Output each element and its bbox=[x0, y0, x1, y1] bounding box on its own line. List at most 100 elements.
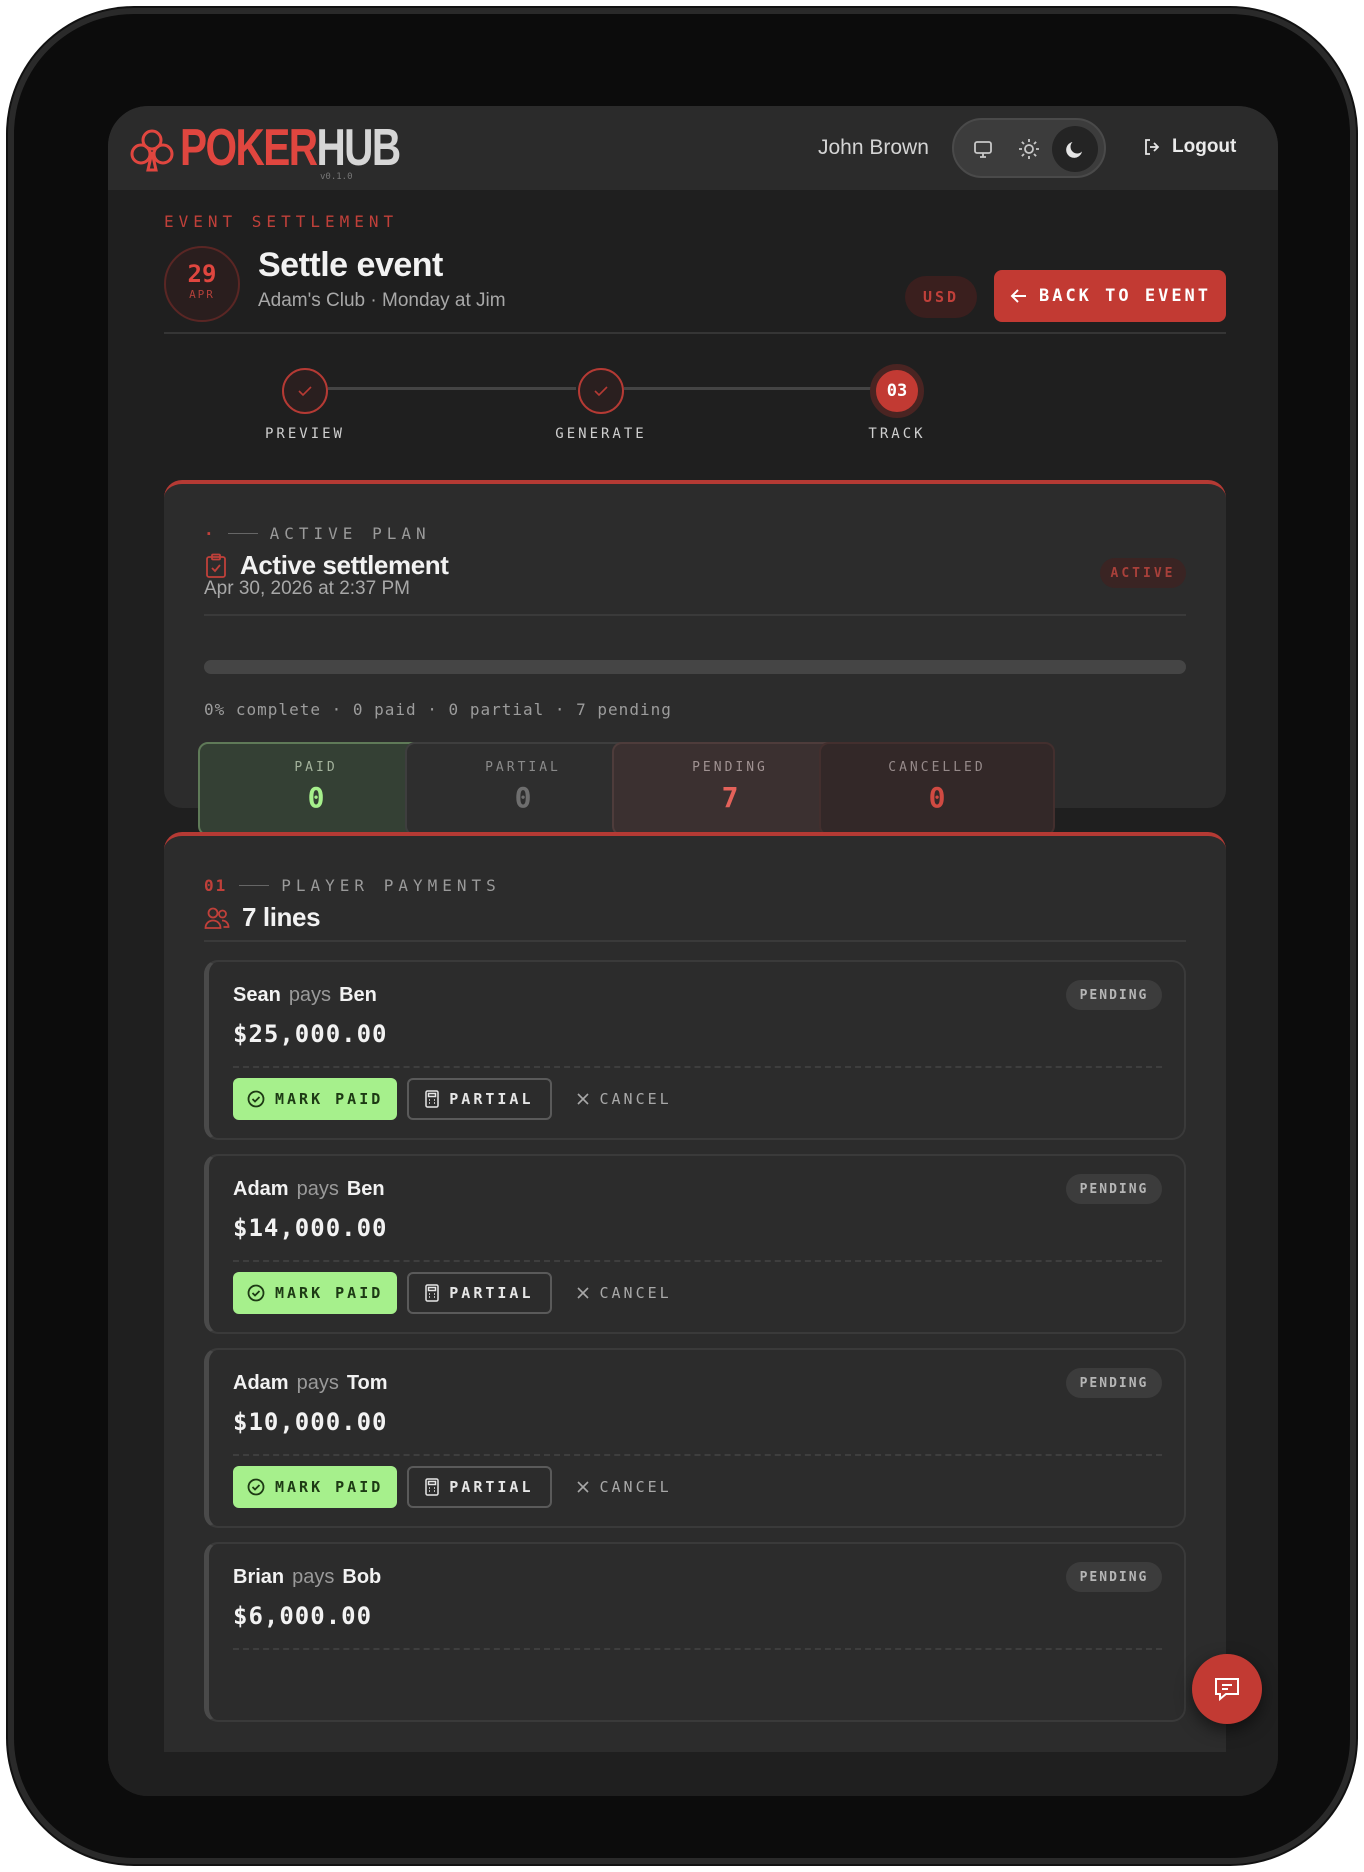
status-badge: PENDING bbox=[1066, 980, 1162, 1010]
clipboard-check-icon bbox=[206, 553, 226, 578]
active-plan-eyebrow: · ACTIVE PLAN bbox=[204, 524, 431, 543]
step-connector bbox=[624, 387, 872, 390]
close-icon bbox=[576, 1481, 589, 1493]
app-screen: POKERHUB v0.1.0 John Brown Logout EVENT … bbox=[108, 106, 1278, 1796]
stat-partial[interactable]: PARTIAL 0 bbox=[405, 742, 641, 836]
stat-cancelled[interactable]: CANCELLED 0 bbox=[819, 742, 1055, 836]
mark-paid-label: MARK PAID bbox=[275, 1478, 384, 1496]
dashed-divider bbox=[233, 1454, 1162, 1456]
active-plan-card: · ACTIVE PLAN Active settlement Apr 30, 2… bbox=[164, 480, 1226, 836]
screen-bottom-edge bbox=[108, 1752, 1278, 1796]
cancel-button[interactable]: CANCEL bbox=[562, 1466, 686, 1508]
partial-button[interactable]: PARTIAL bbox=[407, 1078, 552, 1120]
status-badge: PENDING bbox=[1066, 1174, 1162, 1204]
payment-actions: MARK PAID PARTIAL CANCEL bbox=[233, 1078, 686, 1120]
check-icon bbox=[594, 386, 608, 397]
stat-paid[interactable]: PAID 0 bbox=[198, 742, 434, 836]
payment-actions: MARK PAID PARTIAL CANCEL bbox=[233, 1272, 686, 1314]
mark-paid-button[interactable]: MARK PAID bbox=[233, 1272, 398, 1314]
tablet-frame: POKERHUB v0.1.0 John Brown Logout EVENT … bbox=[14, 14, 1350, 1858]
eyebrow-dash bbox=[227, 533, 258, 534]
payment-amount: $25,000.00 bbox=[233, 1020, 388, 1048]
calculator-icon bbox=[425, 1284, 440, 1302]
mark-paid-button[interactable]: MARK PAID bbox=[233, 1078, 398, 1120]
arrow-left-icon bbox=[1010, 289, 1026, 303]
payment-line: Adam pays Tom $10,000.00 PENDING MARK PAID… bbox=[204, 1348, 1186, 1528]
dashed-divider bbox=[233, 1260, 1162, 1262]
player-payments-count: 7 lines bbox=[242, 902, 321, 932]
active-plan-timestamp: Apr 30, 2026 at 2:37 PM bbox=[204, 578, 410, 599]
cancel-button[interactable]: CANCEL bbox=[562, 1078, 686, 1120]
payment-parties: Adam pays Tom bbox=[233, 1372, 388, 1395]
payment-actions: MARK PAID PARTIAL CANCEL bbox=[233, 1466, 686, 1508]
currency-badge: USD bbox=[905, 276, 977, 318]
partial-button[interactable]: PARTIAL bbox=[407, 1272, 552, 1314]
check-icon bbox=[298, 386, 312, 397]
logo-wordmark: POKERHUB bbox=[180, 119, 401, 177]
payment-amount: $10,000.00 bbox=[233, 1408, 388, 1436]
light-theme-button[interactable] bbox=[1006, 126, 1052, 172]
mark-paid-label: MARK PAID bbox=[275, 1090, 384, 1108]
header-divider bbox=[164, 332, 1226, 334]
back-to-event-button[interactable]: BACK TO EVENT bbox=[994, 270, 1226, 322]
logout-button[interactable]: Logout bbox=[1142, 136, 1236, 158]
stat-pending-value: 7 bbox=[721, 781, 739, 814]
step-track-label: TRACK bbox=[868, 426, 926, 442]
partial-label: PARTIAL bbox=[449, 1090, 534, 1108]
message-icon bbox=[1215, 1678, 1239, 1702]
page-title: Settle event bbox=[258, 246, 443, 284]
close-icon bbox=[576, 1287, 589, 1299]
stat-pending-label: PENDING bbox=[692, 760, 768, 775]
settlement-progress-bar bbox=[204, 660, 1186, 674]
page-subtitle: Adam's Club · Monday at Jim bbox=[258, 290, 506, 311]
monitor-icon bbox=[974, 141, 992, 158]
payee-name: Ben bbox=[346, 1178, 385, 1200]
progress-summary: 0% complete · 0 paid · 0 partial · 7 pen… bbox=[204, 700, 672, 719]
pays-word: pays bbox=[288, 984, 332, 1006]
status-badge: PENDING bbox=[1066, 1368, 1162, 1398]
active-plan-eyebrow-label: ACTIVE PLAN bbox=[269, 524, 431, 543]
check-circle-icon bbox=[247, 1090, 265, 1108]
stat-pending[interactable]: PENDING 7 bbox=[612, 742, 848, 836]
pokerhub-logo[interactable]: POKERHUB v0.1.0 bbox=[128, 119, 462, 182]
payment-line: Sean pays Ben $25,000.00 PENDING MARK PAID… bbox=[204, 960, 1186, 1140]
stat-partial-label: PARTIAL bbox=[485, 760, 561, 775]
step-track-dot[interactable]: 03 bbox=[870, 364, 924, 418]
stat-partial-value: 0 bbox=[514, 781, 532, 814]
close-icon bbox=[576, 1093, 589, 1105]
stat-paid-value: 0 bbox=[307, 781, 325, 814]
player-payments-eyebrow-label: PLAYER PAYMENTS bbox=[281, 876, 501, 895]
event-date-badge: 29 APR bbox=[164, 246, 240, 322]
check-circle-icon bbox=[247, 1284, 265, 1302]
logout-icon bbox=[1145, 139, 1160, 155]
partial-label: PARTIAL bbox=[449, 1284, 534, 1302]
stat-cancelled-value: 0 bbox=[928, 781, 946, 814]
dark-theme-button[interactable] bbox=[1052, 126, 1098, 172]
payee-name: Bob bbox=[342, 1566, 382, 1588]
cancel-button[interactable]: CANCEL bbox=[562, 1272, 686, 1314]
status-badge: PENDING bbox=[1066, 1562, 1162, 1592]
event-date-month: APR bbox=[189, 288, 215, 301]
feedback-button[interactable] bbox=[1192, 1654, 1262, 1724]
stat-paid-label: PAID bbox=[294, 760, 338, 775]
sun-icon bbox=[1019, 139, 1039, 159]
club-icon bbox=[130, 129, 174, 172]
step-generate-dot[interactable] bbox=[578, 368, 624, 414]
cancel-label: CANCEL bbox=[599, 1478, 672, 1496]
app-version: v0.1.0 bbox=[320, 172, 353, 182]
logo-poker: POKER bbox=[180, 119, 318, 177]
dashed-divider bbox=[233, 1066, 1162, 1068]
partial-button[interactable]: PARTIAL bbox=[407, 1466, 552, 1508]
player-payments-eyebrow: 01 PLAYER PAYMENTS bbox=[204, 876, 501, 895]
step-generate-label: GENERATE bbox=[555, 426, 647, 442]
moon-icon bbox=[1066, 142, 1082, 158]
logout-label: Logout bbox=[1172, 136, 1237, 157]
user-name[interactable]: John Brown bbox=[818, 136, 929, 160]
step-connector bbox=[328, 387, 576, 390]
player-payments-title: 7 lines bbox=[204, 902, 321, 933]
step-preview-dot[interactable] bbox=[282, 368, 328, 414]
system-theme-button[interactable] bbox=[960, 126, 1006, 172]
pays-word: pays bbox=[296, 1372, 339, 1394]
mark-paid-button[interactable]: MARK PAID bbox=[233, 1466, 398, 1508]
pays-word: pays bbox=[292, 1566, 335, 1588]
